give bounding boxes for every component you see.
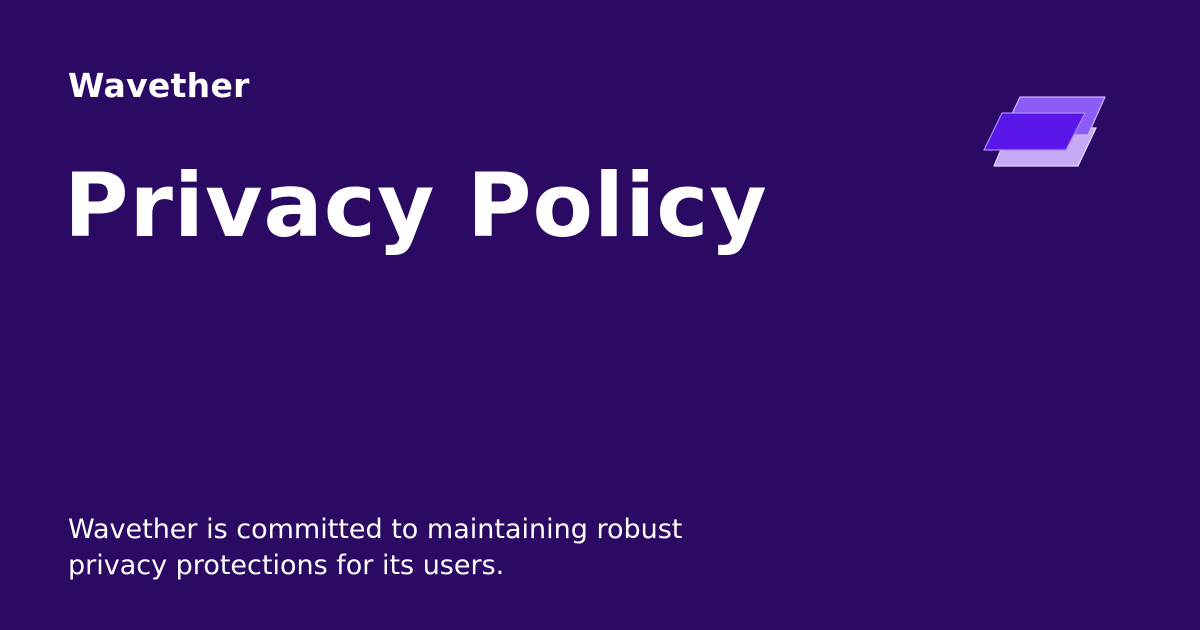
page-description: Wavether is committed to maintaining rob…: [68, 514, 683, 581]
page-title: Privacy Policy: [64, 154, 768, 257]
stacked-layers-icon: [983, 96, 1106, 167]
brand-name: Wavether: [68, 66, 250, 105]
